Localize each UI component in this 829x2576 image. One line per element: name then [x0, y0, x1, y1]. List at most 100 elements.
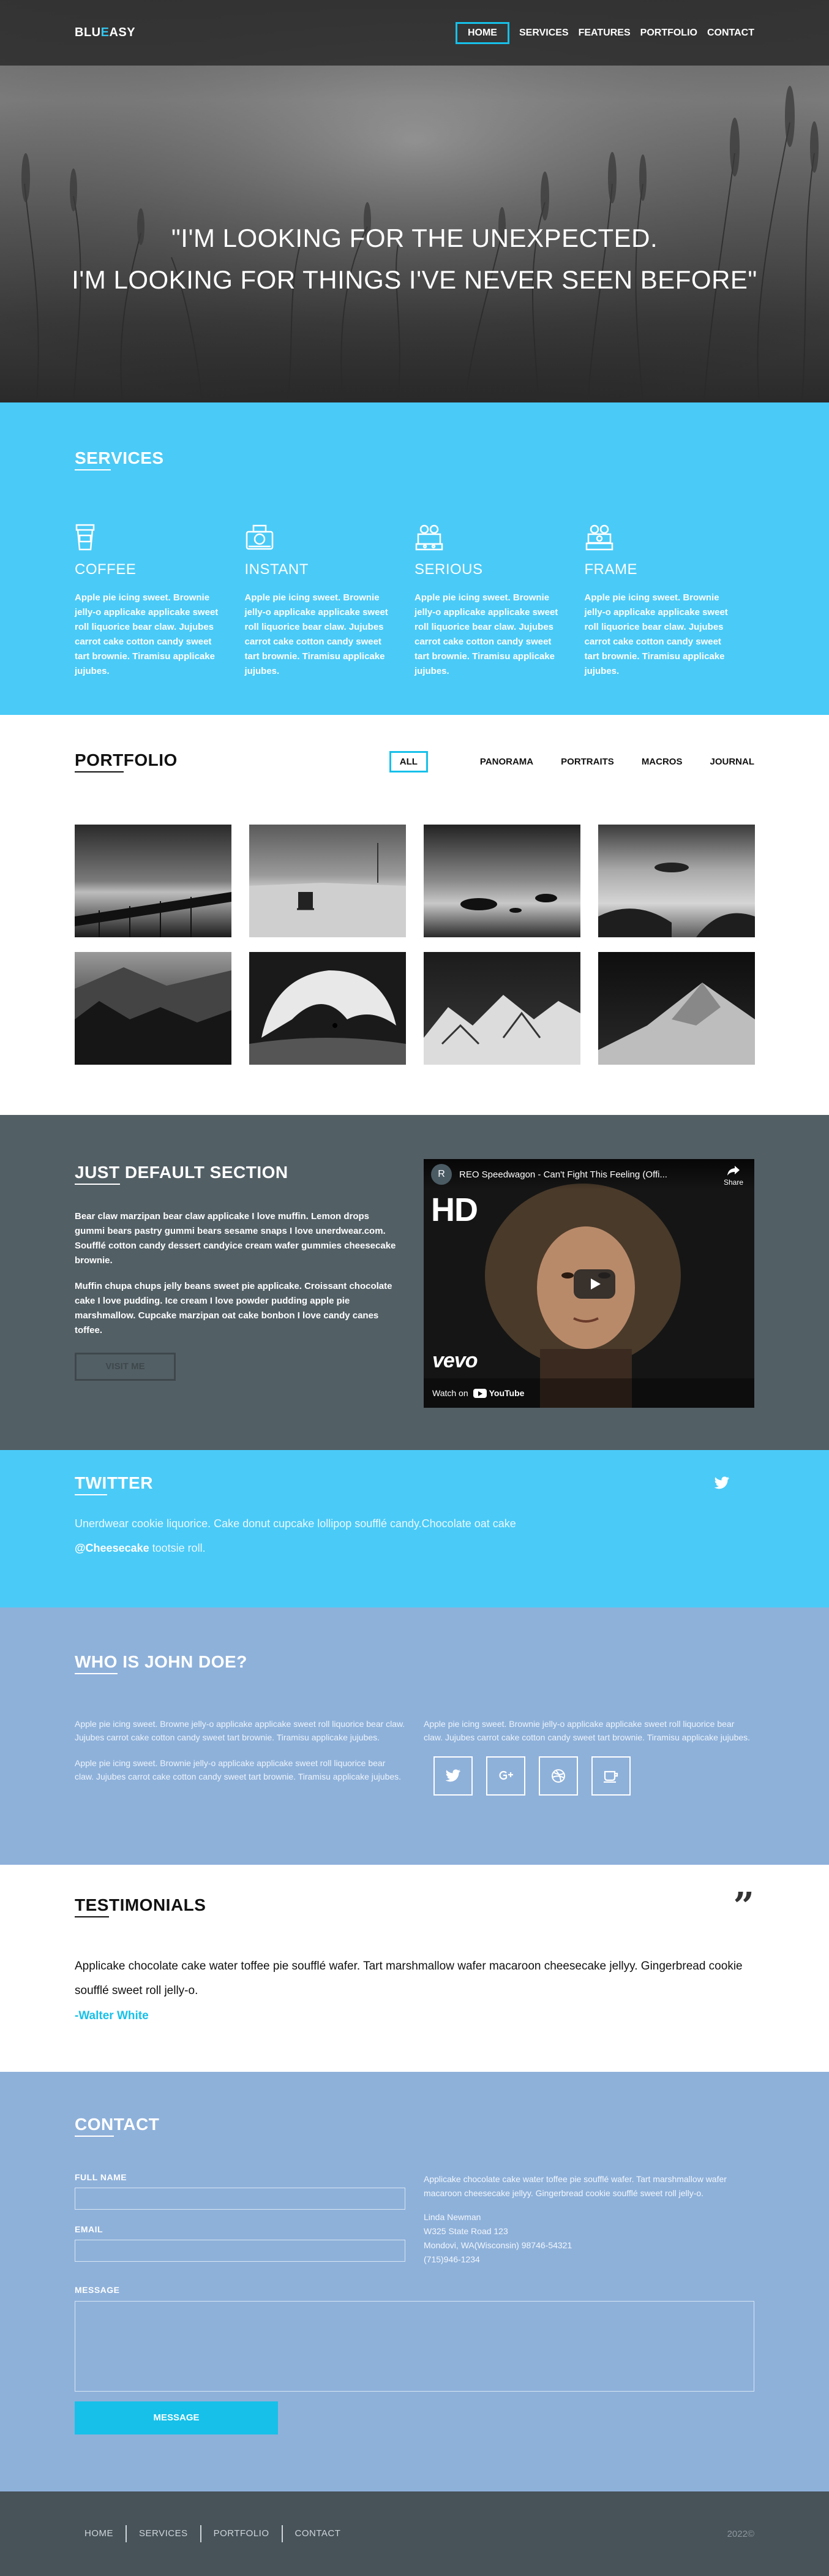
- service-frame: FRAME Apple pie icing sweet. Brownie jel…: [585, 519, 755, 679]
- channel-avatar[interactable]: R: [431, 1164, 452, 1185]
- hero-quote-line-1: "I'M LOOKING FOR THE UNEXPECTED.: [171, 224, 658, 252]
- contact-title: CONTACT: [75, 2115, 159, 2137]
- twitter-title: TWITTER: [75, 1473, 153, 1495]
- portfolio-item-lifeguard[interactable]: [249, 825, 406, 937]
- tweet-handle[interactable]: @Cheesecake: [75, 1542, 149, 1554]
- full-name-label: FULL NAME: [75, 2172, 127, 2182]
- portfolio-item-wave-surfer[interactable]: [249, 952, 406, 1065]
- twitter-section: TWITTER Unerdwear cookie liquorice. Cake…: [0, 1450, 829, 1607]
- portfolio-item-forest-mountain[interactable]: [75, 952, 231, 1065]
- send-message-button[interactable]: MESSAGE: [75, 2401, 278, 2434]
- portfolio-item-pier[interactable]: [75, 825, 231, 937]
- portfolio-title-underlined: PORT: [75, 750, 124, 772]
- coffee-link[interactable]: [591, 1756, 631, 1796]
- footer-link-services[interactable]: SERVICES: [126, 2525, 200, 2542]
- logo-text-3: ASY: [109, 26, 136, 39]
- twitter-link[interactable]: [433, 1756, 473, 1796]
- contact-address-1: W325 State Road 123: [424, 2226, 508, 2236]
- testimonials-title-underlined: TES: [75, 1895, 109, 1917]
- google-plus-link[interactable]: [486, 1756, 525, 1796]
- testimonial-text: Applicake chocolate cake water toffee pi…: [75, 1960, 743, 1997]
- dribbble-link[interactable]: [539, 1756, 578, 1796]
- message-textarea[interactable]: [75, 2301, 754, 2392]
- about-section: WHO IS JOHN DOE? Apple pie icing sweet. …: [0, 1607, 829, 1865]
- footer: HOME SERVICES PORTFOLIO CONTACT 2022©: [0, 2491, 829, 2576]
- about-paragraph-3: Apple pie icing sweet. Brownie jelly-o a…: [424, 1719, 751, 1742]
- contact-title-underlined: CON: [75, 2115, 114, 2137]
- portfolio-filters: ALL PANORAMA PORTRAITS MACROS JOURNAL: [362, 750, 754, 772]
- footer-link-portfolio[interactable]: PORTFOLIO: [200, 2525, 282, 2542]
- default-paragraph-1: Bear claw marzipan bear claw applicake I…: [75, 1211, 396, 1266]
- service-text: Apple pie icing sweet. Brownie jelly-o a…: [414, 592, 558, 676]
- services-title-rest: VICES: [111, 448, 164, 467]
- portfolio-item-snow-peaks[interactable]: [424, 952, 580, 1065]
- nav-contact[interactable]: CONTACT: [707, 23, 754, 43]
- hero-quote: "I'M LOOKING FOR THE UNEXPECTED. I'M LOO…: [0, 217, 829, 301]
- about-paragraph-1: Apple pie icing sweet. Browne jelly-o ap…: [75, 1719, 405, 1742]
- portfolio-item-mountain-ridge[interactable]: [598, 952, 755, 1065]
- portfolio-item-long-exposure[interactable]: [598, 825, 755, 937]
- logo-text-2: E: [100, 26, 110, 39]
- instant-camera-icon: [245, 519, 391, 551]
- nav-portfolio[interactable]: PORTFOLIO: [640, 23, 697, 43]
- nav-services[interactable]: SERVICES: [519, 23, 569, 43]
- filter-macros[interactable]: MACROS: [642, 757, 683, 767]
- filter-all[interactable]: ALL: [389, 750, 428, 772]
- contact-info: Applicake chocolate cake water toffee pi…: [424, 2172, 754, 2276]
- testimonials-title: TESTIMONIALS: [75, 1895, 206, 1917]
- video-hd-label: HD: [431, 1192, 478, 1228]
- twitter-bird-icon[interactable]: [714, 1476, 730, 1493]
- service-text: Apple pie icing sweet. Brownie jelly-o a…: [584, 592, 728, 676]
- service-instant: INSTANT Apple pie icing sweet. Brownie j…: [245, 519, 415, 679]
- service-title: COFFEE: [75, 561, 137, 578]
- default-section-title: JUST DEFAULT SECTION: [75, 1163, 288, 1185]
- testimonials-section: TESTIMONIALS ” Applicake chocolate cake …: [0, 1865, 829, 2072]
- coffee-icon: [604, 1770, 618, 1783]
- footer-link-contact[interactable]: CONTACT: [281, 2525, 353, 2542]
- portfolio-title-rest: FOLIO: [123, 750, 178, 769]
- full-name-input[interactable]: [75, 2188, 405, 2210]
- video-title-bar: R REO Speedwagon - Can't Fight This Feel…: [424, 1159, 754, 1190]
- email-label: EMAIL: [75, 2224, 103, 2234]
- video-title[interactable]: REO Speedwagon - Can't Fight This Feelin…: [459, 1169, 667, 1180]
- service-title: INSTANT: [244, 561, 309, 578]
- portfolio-section: PORTFOLIO ALL PANORAMA PORTRAITS MACROS …: [0, 715, 829, 1115]
- about-paragraph-2: Apple pie icing sweet. Brownie jelly-o a…: [75, 1758, 402, 1781]
- testimonials-title-rest: TIMONIALS: [108, 1895, 206, 1914]
- share-label: Share: [723, 1178, 743, 1187]
- logo-text-1: BLU: [75, 26, 101, 39]
- play-button[interactable]: [574, 1269, 615, 1299]
- tweet-line-1: Unerdwear cookie liquorice. Cake donut c…: [75, 1517, 516, 1530]
- social-links: [424, 1756, 754, 1796]
- message-label: MESSAGE: [75, 2285, 120, 2295]
- testimonial-author: -Walter White: [75, 2009, 149, 2022]
- filter-panorama[interactable]: PANORAMA: [480, 757, 533, 767]
- filter-journal[interactable]: JOURNAL: [710, 757, 754, 767]
- about-title-rest: IS JOHN DOE?: [117, 1652, 247, 1671]
- footer-link-home[interactable]: HOME: [84, 2525, 126, 2542]
- share-button[interactable]: Share: [724, 1165, 743, 1187]
- filter-portraits[interactable]: PORTRAITS: [561, 757, 614, 767]
- service-text: Apple pie icing sweet. Brownie jelly-o a…: [244, 592, 388, 676]
- logo[interactable]: BLUEASY: [75, 26, 135, 40]
- hero-quote-line-2: I'M LOOKING FOR THINGS I'VE NEVER SEEN B…: [72, 265, 757, 294]
- watch-on-youtube[interactable]: Watch on YouTube: [424, 1378, 754, 1408]
- quote-icon: ”: [733, 1885, 754, 1928]
- twitter-title-underlined: TWI: [75, 1473, 107, 1495]
- nav-home[interactable]: HOME: [455, 21, 509, 44]
- contact-phone: (715)946-1234: [424, 2254, 480, 2264]
- footer-nav: HOME SERVICES PORTFOLIO CONTACT: [75, 2525, 353, 2542]
- watch-on-label: Watch on: [432, 1388, 468, 1398]
- coffee-cup-icon: [75, 519, 220, 551]
- portfolio-item-rocks-sea[interactable]: [424, 825, 580, 937]
- tweet-text: Unerdwear cookie liquorice. Cake donut c…: [75, 1511, 754, 1560]
- visit-me-button[interactable]: VISIT ME: [75, 1353, 176, 1381]
- contact-name: Linda Newman: [424, 2212, 481, 2222]
- email-input[interactable]: [75, 2240, 405, 2262]
- portfolio-title: PORTFOLIO: [75, 750, 178, 772]
- nav-features[interactable]: FEATURES: [579, 23, 631, 43]
- youtube-video-embed[interactable]: R REO Speedwagon - Can't Fight This Feel…: [424, 1159, 754, 1408]
- contact-address-2: Mondovi, WA(Wisconsin) 98746-54321: [424, 2240, 572, 2250]
- service-title: SERIOUS: [414, 561, 483, 578]
- contact-about: Applicake chocolate cake water toffee pi…: [424, 2174, 727, 2198]
